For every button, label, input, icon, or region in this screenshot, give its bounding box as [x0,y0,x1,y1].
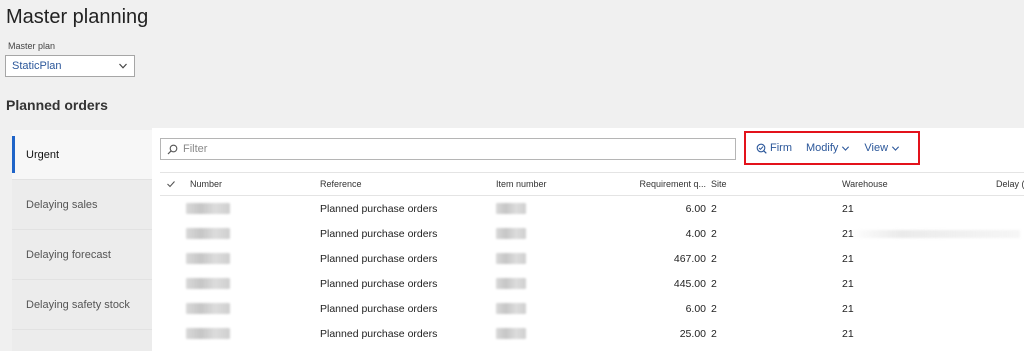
site-cell: 2 [711,252,717,265]
reference-cell: Planned purchase orders [320,302,438,315]
redacted-number [186,303,230,314]
item-number-cell [496,246,616,271]
filter-input[interactable] [183,143,723,155]
quantity-cell: 467.00 [673,252,706,265]
firm-button[interactable]: Firm [756,142,792,154]
nav-item-urgent[interactable]: Urgent [12,130,152,180]
column-header-item-number[interactable]: Item number [496,173,616,195]
reference-cell: Planned purchase orders [320,252,438,265]
planned-orders-grid: Number Reference Item number Requirement… [160,172,1024,346]
master-plan-select[interactable]: StaticPlan [5,55,135,77]
column-header-requirement-quantity[interactable]: Requirement q... [620,173,706,195]
column-header-delay[interactable]: Delay ( [996,173,1024,195]
site-cell: 2 [711,277,717,290]
number-cell [186,271,310,296]
site-cell: 2 [711,327,717,340]
item-number-cell [496,196,616,221]
chevron-down-icon [892,145,900,151]
redacted-number [186,253,230,264]
nav-item-delaying-safety-stock[interactable]: Delaying safety stock [12,280,152,330]
table-row[interactable]: Planned purchase orders 445.00 2 21 [160,271,1024,296]
redacted-number [186,203,230,214]
warehouse-cell: 21 [842,252,854,265]
item-number-cell [496,221,616,246]
section-title: Planned orders [6,97,108,113]
site-cell: 2 [711,302,717,315]
nav-item-label: Delaying forecast [26,248,111,261]
nav-item-label: Delaying safety stock [26,298,130,311]
main-panel: Firm Modify View Number Reference Item n… [152,128,1024,351]
nav-item-label: Urgent [26,148,60,161]
quantity-cell: 25.00 [679,327,706,340]
site-cell: 2 [711,202,717,215]
redacted-row-detail [850,230,1020,238]
redacted-item-number [496,328,526,339]
table-row[interactable]: Planned purchase orders 467.00 2 21 [160,246,1024,271]
redacted-item-number [496,278,526,289]
checkmark-icon [167,181,175,188]
quantity-cell: 4.00 [685,227,706,240]
redacted-item-number [496,228,526,239]
quantity-cell: 445.00 [673,277,706,290]
quantity-cell: 6.00 [685,302,706,315]
warehouse-cell: 21 [842,302,854,315]
number-cell [186,221,310,246]
column-header-warehouse[interactable]: Warehouse [842,173,942,195]
left-nav: Urgent Delaying sales Delaying forecast … [12,130,152,351]
table-row[interactable]: Planned purchase orders 6.00 2 21 [160,296,1024,321]
number-cell [186,296,310,321]
chevron-down-icon [119,63,127,69]
page-title: Master planning [6,6,149,28]
firm-icon [756,143,767,154]
nav-item-delaying-sales[interactable]: Delaying sales [12,180,152,230]
table-row[interactable]: Planned purchase orders 25.00 2 21 [160,321,1024,346]
nav-item-label: Delaying sales [26,198,98,211]
reference-cell: Planned purchase orders [320,227,438,240]
redacted-item-number [496,253,526,264]
view-label: View [864,142,889,154]
grid-header: Number Reference Item number Requirement… [160,172,1024,196]
reference-cell: Planned purchase orders [320,327,438,340]
view-menu-button[interactable]: View [864,142,900,154]
reference-cell: Planned purchase orders [320,202,438,215]
warehouse-cell: 21 [842,277,854,290]
warehouse-cell: 21 [842,327,854,340]
item-number-cell [496,271,616,296]
action-highlight-box: Firm Modify View [744,131,920,165]
number-cell [186,196,310,221]
redacted-item-number [496,303,526,314]
modify-label: Modify [806,142,839,154]
redacted-number [186,328,230,339]
column-header-site[interactable]: Site [711,173,771,195]
site-cell: 2 [711,227,717,240]
quantity-cell: 6.00 [685,202,706,215]
filter-box[interactable] [160,138,736,160]
number-cell [186,321,310,346]
select-all-checkbox[interactable] [166,173,182,195]
firm-label: Firm [770,142,792,154]
modify-menu-button[interactable]: Modify [806,142,850,154]
column-header-number[interactable]: Number [190,173,310,195]
search-icon [167,144,178,154]
master-plan-label: Master plan [8,41,56,51]
chevron-down-icon [842,145,850,151]
redacted-number [186,278,230,289]
item-number-cell [496,321,616,346]
number-cell [186,246,310,271]
column-header-reference[interactable]: Reference [320,173,490,195]
table-row[interactable]: Planned purchase orders 6.00 2 21 [160,196,1024,221]
table-row[interactable]: Planned purchase orders 4.00 2 21 [160,221,1024,246]
warehouse-cell: 21 [842,202,854,215]
reference-cell: Planned purchase orders [320,277,438,290]
master-plan-value: StaticPlan [12,60,62,72]
item-number-cell [496,296,616,321]
redacted-item-number [496,203,526,214]
nav-item-delaying-forecast[interactable]: Delaying forecast [12,230,152,280]
redacted-number [186,228,230,239]
